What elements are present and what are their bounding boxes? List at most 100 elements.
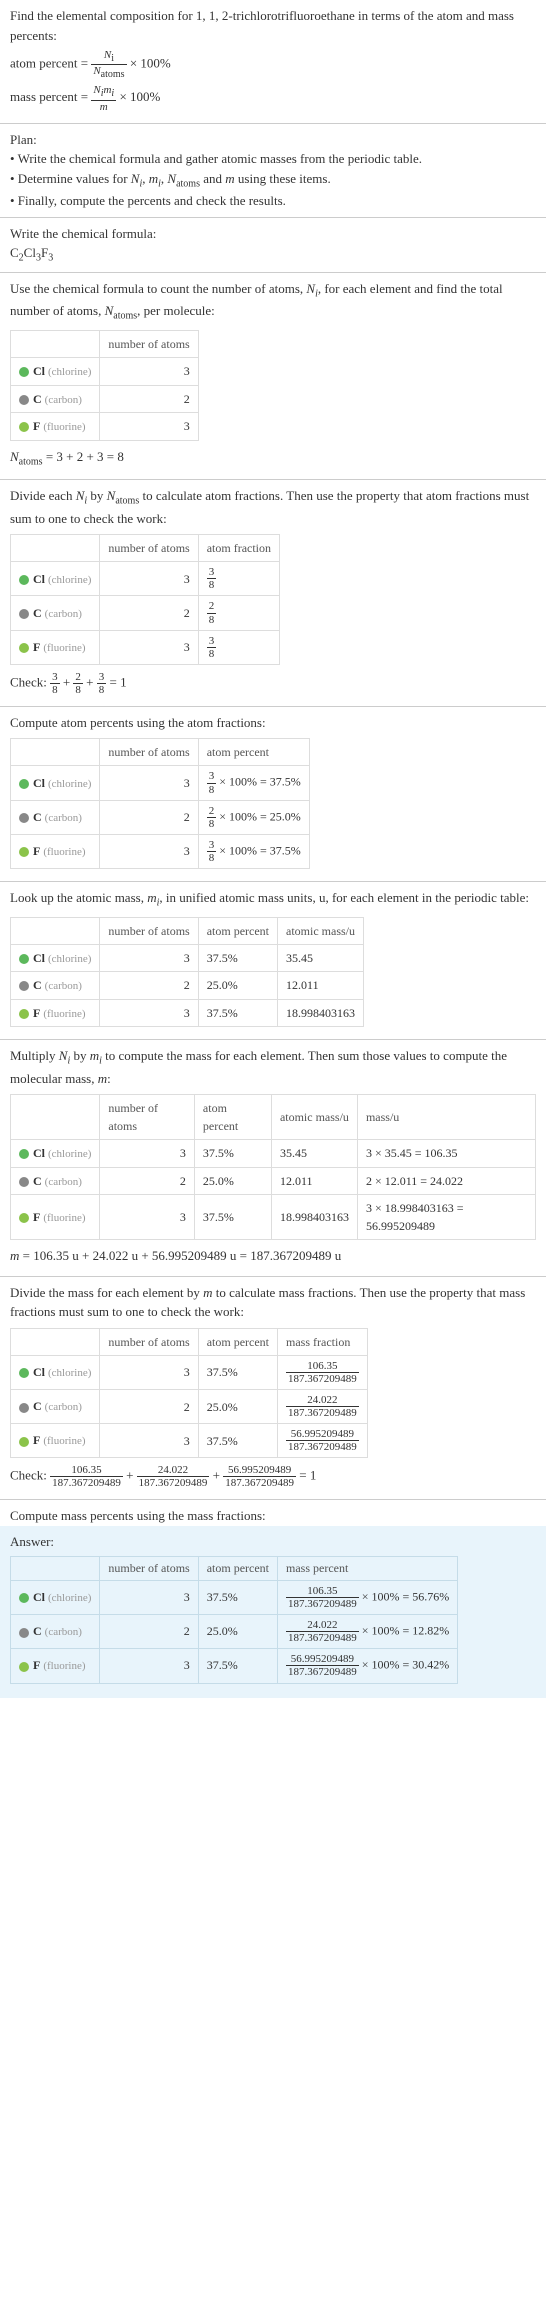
el-sym: C <box>33 1624 42 1638</box>
el-sym: Cl <box>33 776 45 790</box>
plan-section: Plan: • Write the chemical formula and g… <box>0 124 546 218</box>
el-sym: F <box>33 1006 40 1020</box>
n: 3 <box>100 999 198 1027</box>
pct: 37.5% <box>198 999 277 1027</box>
el-sym: C <box>33 1399 42 1413</box>
el-name: (chlorine) <box>48 574 91 586</box>
table-row: C (carbon)228 × 100% = 25.0% <box>11 800 310 834</box>
element-dot-icon <box>19 954 29 964</box>
el-sym: Cl <box>33 951 45 965</box>
el-count: 3 <box>100 413 198 441</box>
mass-percent-fraction: Nimi m <box>91 84 116 112</box>
el-sym: Cl <box>33 1590 45 1604</box>
c2: atom percent <box>198 917 277 944</box>
pct: 37.5% <box>270 775 301 789</box>
table-row: Cl (chlorine)337.5%106.35187.367209489 ×… <box>11 1580 458 1614</box>
plan-bullet-2: • Determine values for Ni, mi, Natoms an… <box>10 169 536 192</box>
lh-b: , in unified atomic mass units, u, for e… <box>159 890 529 905</box>
check-eq: = 1 <box>299 1468 316 1483</box>
n: 2 <box>100 1389 198 1423</box>
c1: number of atoms <box>100 917 198 944</box>
plan-bullet-1: • Write the chemical formula and gather … <box>10 149 536 169</box>
lookup-section: Look up the atomic mass, mi, in unified … <box>0 882 546 1040</box>
n-atoms: N <box>93 65 100 77</box>
el-name: (carbon) <box>45 1626 82 1638</box>
element-dot-icon <box>19 1628 29 1638</box>
n: 2 <box>100 1615 198 1649</box>
atom-percent-lhs: atom percent = <box>10 56 88 71</box>
times-100: × 100% <box>130 56 171 71</box>
table-row: C (carbon)225.0%12.011 <box>11 972 364 1000</box>
mh-d: : <box>107 1071 111 1086</box>
mass: 12.011 <box>271 1167 357 1195</box>
n: 3 <box>100 1424 198 1458</box>
table-row: Cl (chlorine)3 <box>11 358 199 386</box>
fraction: 56.995209489187.367209489 <box>286 1428 359 1453</box>
table-row: C (carbon)225.0%12.0112 × 12.011 = 24.02… <box>11 1167 536 1195</box>
col-n: number of atoms <box>100 739 198 766</box>
multiply-table: number of atomsatom percentatomic mass/u… <box>10 1094 536 1240</box>
atomfrac-section: Divide each Ni by Natoms to calculate at… <box>0 480 546 707</box>
col-n: number of atoms <box>100 535 198 562</box>
el-sym: Cl <box>33 1146 45 1160</box>
t100: × 100% = <box>216 775 270 789</box>
pct: 25.0% <box>198 972 277 1000</box>
table-row: C (carbon)2 <box>11 385 199 413</box>
answer-box: Answer: number of atomsatom percentmass … <box>0 1526 546 1698</box>
el-sym: F <box>33 640 40 654</box>
element-dot-icon <box>19 395 29 405</box>
c1: number of atoms <box>100 1095 195 1140</box>
n: N <box>10 449 19 464</box>
table-header-row: number of atomsatom percent <box>11 739 310 766</box>
pct: 37.5% <box>198 1649 277 1683</box>
lh-a: Look up the atomic mass, <box>10 890 147 905</box>
element-dot-icon <box>19 422 29 432</box>
table-row: C (carbon)225.0%24.022187.367209489 <box>11 1389 368 1423</box>
n: 3 <box>100 834 198 868</box>
mass: 18.998403163 <box>278 999 364 1027</box>
table-row: F (fluorine)337.5%56.995209489187.367209… <box>11 1649 458 1683</box>
lookup-table: number of atomsatom percentatomic mass/u… <box>10 917 364 1028</box>
el-count: 2 <box>100 385 198 413</box>
massfrac-section: Divide the mass for each element by m to… <box>0 1277 546 1501</box>
n: 3 <box>100 1649 198 1683</box>
table-header-row: number of atoms <box>11 331 199 358</box>
c3: mass fraction <box>278 1328 368 1355</box>
table-row: C (carbon)225.0%24.022187.367209489 × 10… <box>11 1615 458 1649</box>
n: 2 <box>100 800 198 834</box>
table-header-row: number of atomsatom percentatomic mass/u… <box>11 1095 536 1140</box>
c2: atom percent <box>198 1556 277 1580</box>
count-section: Use the chemical formula to count the nu… <box>0 273 546 480</box>
table-header-row: number of atomsatom percentmass fraction <box>11 1328 368 1355</box>
pct: 25.0% <box>198 1389 277 1423</box>
formula-heading: Write the chemical formula: <box>10 224 536 244</box>
el-name: (chlorine) <box>48 1148 91 1160</box>
massfrac-heading: Divide the mass for each element by m to… <box>10 1283 536 1322</box>
element-dot-icon <box>19 1368 29 1378</box>
c3: atomic mass/u <box>278 917 364 944</box>
el-sym: F <box>33 1210 40 1224</box>
n: 3 <box>100 1580 198 1614</box>
atomfrac-check: Check: 38 + 28 + 38 = 1 <box>10 671 536 696</box>
el-sym: Cl <box>33 1365 45 1379</box>
res: 56.76% <box>412 1589 449 1603</box>
c2: atom percent <box>194 1095 271 1140</box>
intro-section: Find the elemental composition for 1, 1,… <box>0 0 546 124</box>
c3: atomic mass/u <box>271 1095 357 1140</box>
element-dot-icon <box>19 813 29 823</box>
plan-bullet-3: • Finally, compute the percents and chec… <box>10 191 536 211</box>
fraction: 106.35187.367209489 <box>286 1360 359 1385</box>
el-sym: Cl <box>33 572 45 586</box>
n-i-sub: i <box>111 53 114 64</box>
table-row: Cl (chlorine)338 × 100% = 37.5% <box>11 766 310 800</box>
element-dot-icon <box>19 1213 29 1223</box>
el-name: (carbon) <box>45 1176 82 1188</box>
count-hc: , per molecule: <box>137 303 215 318</box>
pct: 37.5% <box>198 944 277 972</box>
n: 3 <box>100 562 198 596</box>
mass: 18.998403163 <box>271 1195 357 1240</box>
element-dot-icon <box>19 847 29 857</box>
mass: 12.011 <box>278 972 364 1000</box>
fraction: 38 <box>207 566 217 591</box>
count-ha: Use the chemical formula to count the nu… <box>10 281 306 296</box>
